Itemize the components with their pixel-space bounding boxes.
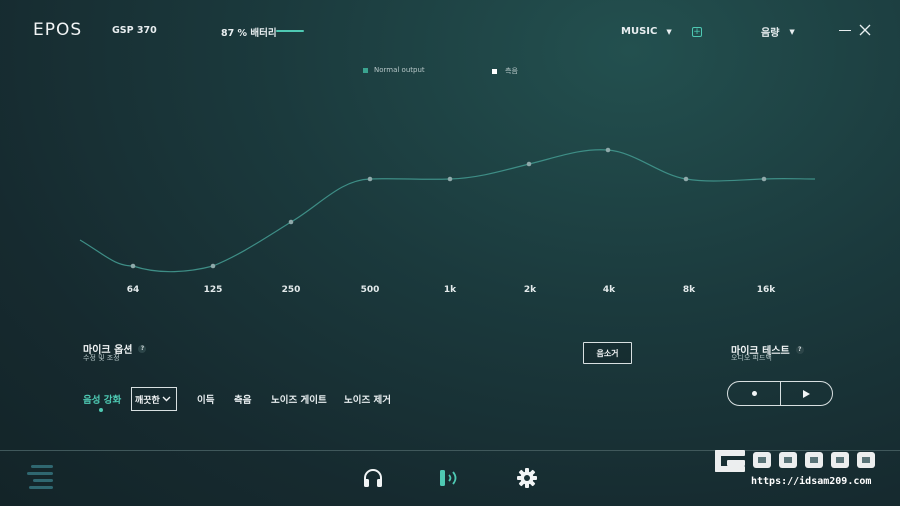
headphones-icon[interactable] — [362, 467, 384, 489]
microphone-speak-icon[interactable] — [438, 467, 462, 489]
eq-point[interactable] — [526, 161, 532, 167]
mic-options-subtitle: 수정 및 조정 — [83, 354, 120, 362]
play-icon — [802, 389, 810, 398]
watermark-url: https://idsam209.com — [751, 476, 872, 487]
record-button[interactable] — [728, 382, 780, 405]
eq-curve[interactable] — [0, 0, 900, 300]
eq-line — [79, 149, 816, 273]
eq-point[interactable] — [683, 176, 689, 182]
eq-point[interactable] — [447, 176, 453, 182]
watermark-logo — [715, 450, 875, 472]
help-icon[interactable]: ? — [138, 344, 147, 353]
record-icon — [751, 391, 757, 396]
freq-label: 1k — [443, 285, 457, 295]
freq-label: 16k — [756, 285, 776, 295]
tab-voice-enhance[interactable]: 음성 강화 — [83, 392, 121, 406]
tab-gain[interactable]: 이득 — [197, 392, 214, 406]
eq-point[interactable] — [210, 263, 216, 269]
tab-sidetone[interactable]: 측음 — [234, 392, 251, 406]
freq-label: 2k — [523, 285, 537, 295]
freq-label: 125 — [203, 285, 223, 295]
help-icon[interactable]: ? — [795, 345, 804, 354]
freq-label: 4k — [602, 285, 616, 295]
tab-noise-gate[interactable]: 노이즈 게이트 — [271, 392, 327, 406]
voice-enhance-dropdown[interactable]: 깨끗한 — [131, 387, 177, 411]
freq-label: 64 — [126, 285, 140, 295]
freq-label: 250 — [281, 285, 301, 295]
mute-button[interactable]: 음소거 — [583, 342, 632, 364]
chevron-down-icon — [162, 396, 171, 402]
eq-point[interactable] — [288, 219, 294, 225]
play-button[interactable] — [780, 382, 832, 405]
gear-icon[interactable] — [516, 467, 538, 489]
eq-point[interactable] — [367, 176, 373, 182]
freq-label: 500 — [360, 285, 380, 295]
dropdown-value: 깨끗한 — [135, 395, 160, 406]
eq-point[interactable] — [761, 176, 767, 182]
eq-point[interactable] — [605, 147, 611, 153]
freq-label: 8k — [682, 285, 696, 295]
divider — [780, 381, 781, 406]
tab-noise-cancel[interactable]: 노이즈 제거 — [344, 392, 391, 406]
menu-icon[interactable] — [25, 464, 55, 492]
mic-test-subtitle: 오디오 피드백 — [731, 354, 772, 362]
eq-point[interactable] — [130, 263, 136, 269]
active-tab-indicator — [99, 408, 103, 412]
